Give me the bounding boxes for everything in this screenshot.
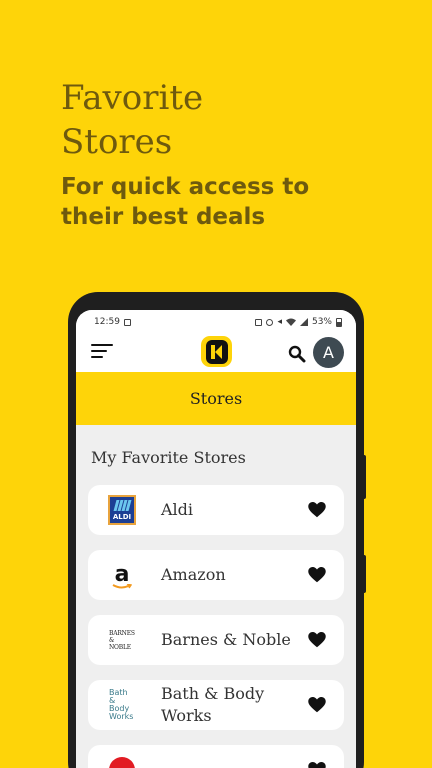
store-card-barnes-noble[interactable]: BARNES & NOBLE Barnes & Noble <box>88 615 344 665</box>
avatar[interactable]: A <box>313 337 344 368</box>
partial-store-logo <box>106 754 138 768</box>
store-card-amazon[interactable]: a Amazon <box>88 550 344 600</box>
app-bar: A <box>76 334 356 372</box>
store-name: Aldi <box>161 500 194 519</box>
store-name: Bath & Body Works <box>161 684 265 725</box>
phone-side-button <box>362 555 366 593</box>
barnes-noble-logo: BARNES & NOBLE <box>109 629 135 651</box>
store-list: ALDI Aldi a Amazon BARNES & NOBLE Barnes… <box>76 485 356 768</box>
store-card-bath-body-works[interactable]: Bath & Body Works Bath & Body Works <box>88 680 344 730</box>
phone-screen: 12:59 ◂ 53% A Stores My Favorite Stores … <box>76 310 356 768</box>
bath-body-works-logo: Bath & Body Works <box>109 688 134 721</box>
store-card-aldi[interactable]: ALDI Aldi <box>88 485 344 535</box>
k-logo-icon <box>205 339 228 364</box>
search-icon[interactable] <box>288 345 306 363</box>
heart-icon[interactable] <box>308 632 326 648</box>
status-time: 12:59 <box>94 317 120 327</box>
phone-side-button <box>362 455 366 499</box>
heart-icon[interactable] <box>308 762 326 768</box>
wifi-icon <box>285 318 296 326</box>
promo-subtitle: For quick access to their best deals <box>61 174 310 230</box>
amazon-smile-icon <box>112 584 132 589</box>
mute-icon: ◂ <box>277 317 282 327</box>
heart-icon[interactable] <box>308 502 326 518</box>
heart-icon[interactable] <box>308 567 326 583</box>
status-bar: 12:59 ◂ 53% <box>76 310 356 334</box>
app-logo[interactable] <box>201 336 232 367</box>
amazon-logo: a <box>106 559 138 591</box>
aldi-logo: ALDI <box>106 494 138 526</box>
signal-icon <box>299 318 308 326</box>
heart-icon[interactable] <box>308 697 326 713</box>
alarm-icon <box>266 318 274 326</box>
menu-icon[interactable] <box>91 344 113 360</box>
image-notification-icon <box>123 318 131 326</box>
battery-level: 53% <box>311 317 332 327</box>
section-title: My Favorite Stores <box>91 448 246 467</box>
store-name: Amazon <box>161 565 226 584</box>
battery-icon <box>336 317 342 327</box>
promo-title: Favorite Stores <box>61 78 204 162</box>
notification-icon <box>255 318 263 326</box>
store-name: Barnes & Noble <box>161 630 291 649</box>
store-card-partial[interactable] <box>88 745 344 768</box>
page-title: Stores <box>76 372 356 425</box>
